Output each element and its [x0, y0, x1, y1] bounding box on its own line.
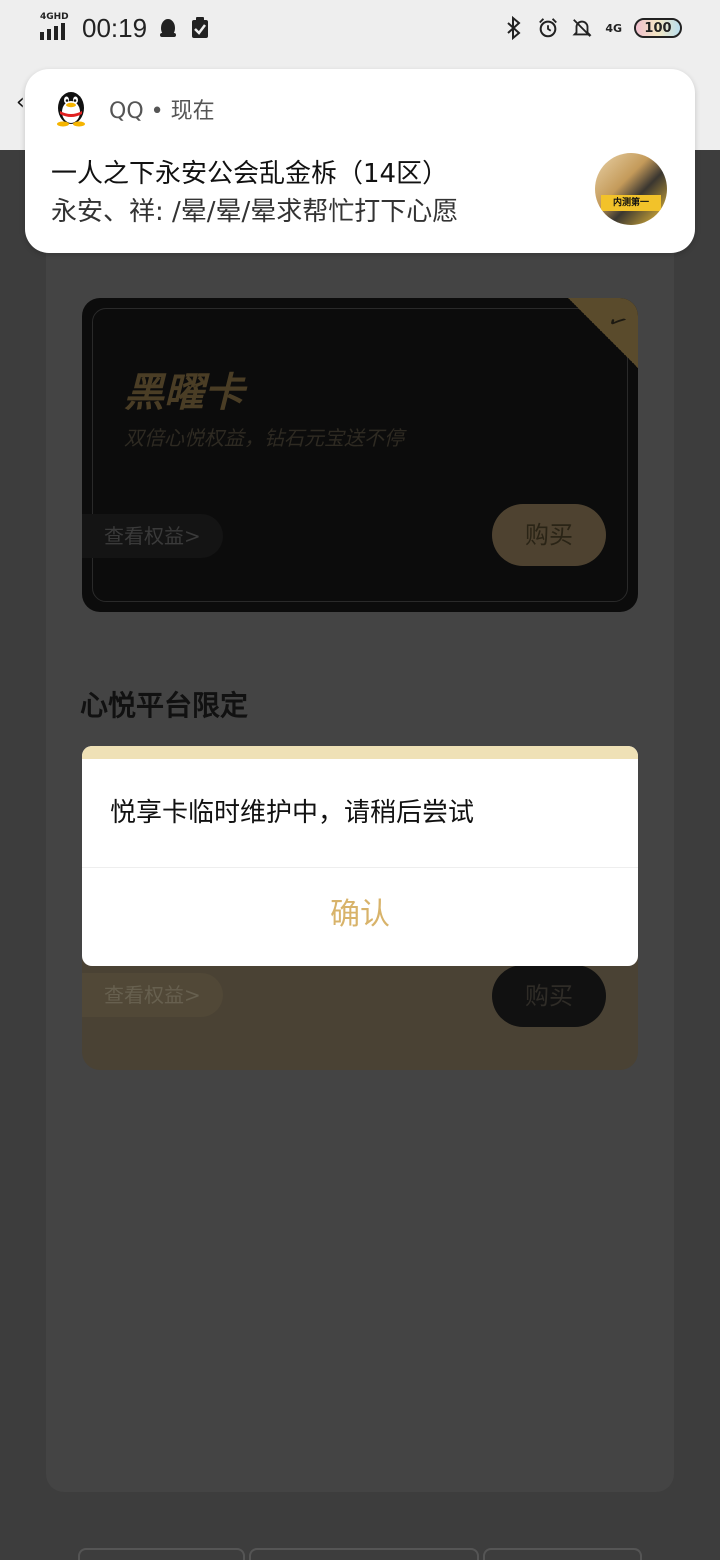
notification-body: 永安、祥: /晕/晕/晕求帮忙打下心愿 [51, 197, 459, 227]
card-name: 黑曜卡 [124, 370, 244, 416]
view-benefits-link[interactable]: 查看权益> [82, 514, 223, 558]
avatar-caption: 内测第一 [601, 195, 661, 211]
battery-level: 100 [644, 20, 672, 36]
battery-icon: 100 [634, 18, 682, 38]
card-corner-badge: ✓ [568, 298, 638, 368]
card-description: 双倍心悦权益，钻石元宝送不停 [124, 426, 404, 450]
back-arrow-icon[interactable]: ‹ [16, 90, 25, 115]
confirm-button[interactable]: 确认 [82, 868, 638, 966]
bottom-tabs [78, 1548, 642, 1560]
qq-penguin-icon [157, 17, 179, 39]
notification-title: 一人之下永安公会乱金柝（14区） [51, 159, 449, 189]
mute-bell-icon [571, 17, 593, 39]
section-title-platform: 心悦平台限定 [80, 689, 249, 722]
notification-app-name: QQ [109, 99, 144, 124]
bluetooth-icon [503, 16, 525, 40]
signal-icon: 4GHD [38, 12, 72, 42]
buy-button[interactable]: 购买 [492, 965, 606, 1027]
status-bar: 4GHD 00:19 4G 100 [0, 0, 720, 56]
clipboard-check-icon [189, 17, 211, 39]
dialog-message: 悦享卡临时维护中，请稍后尝试 [110, 798, 475, 828]
maintenance-dialog: 悦享卡临时维护中，请稍后尝试 确认 [82, 746, 638, 966]
view-benefits-link[interactable]: 查看权益> [82, 973, 223, 1017]
network-type: 4GHD [40, 12, 69, 22]
notification-banner[interactable]: QQ • 现在 一人之下永安公会乱金柝（14区） 永安、祥: /晕/晕/晕求帮忙… [25, 69, 695, 253]
buy-button[interactable]: 购买 [492, 504, 606, 566]
clock: 00:19 [82, 12, 148, 43]
obsidian-card[interactable]: ✓ 黑曜卡 双倍心悦权益，钻石元宝送不停 查看权益> 购买 [82, 298, 638, 612]
notification-time: 现在 [170, 99, 215, 124]
dialog-accent-bar [82, 746, 638, 759]
notification-avatar: 内测第一 [595, 153, 667, 225]
network-type-right: 4G [605, 21, 622, 35]
alarm-icon [537, 17, 559, 39]
qq-app-icon [51, 87, 91, 131]
